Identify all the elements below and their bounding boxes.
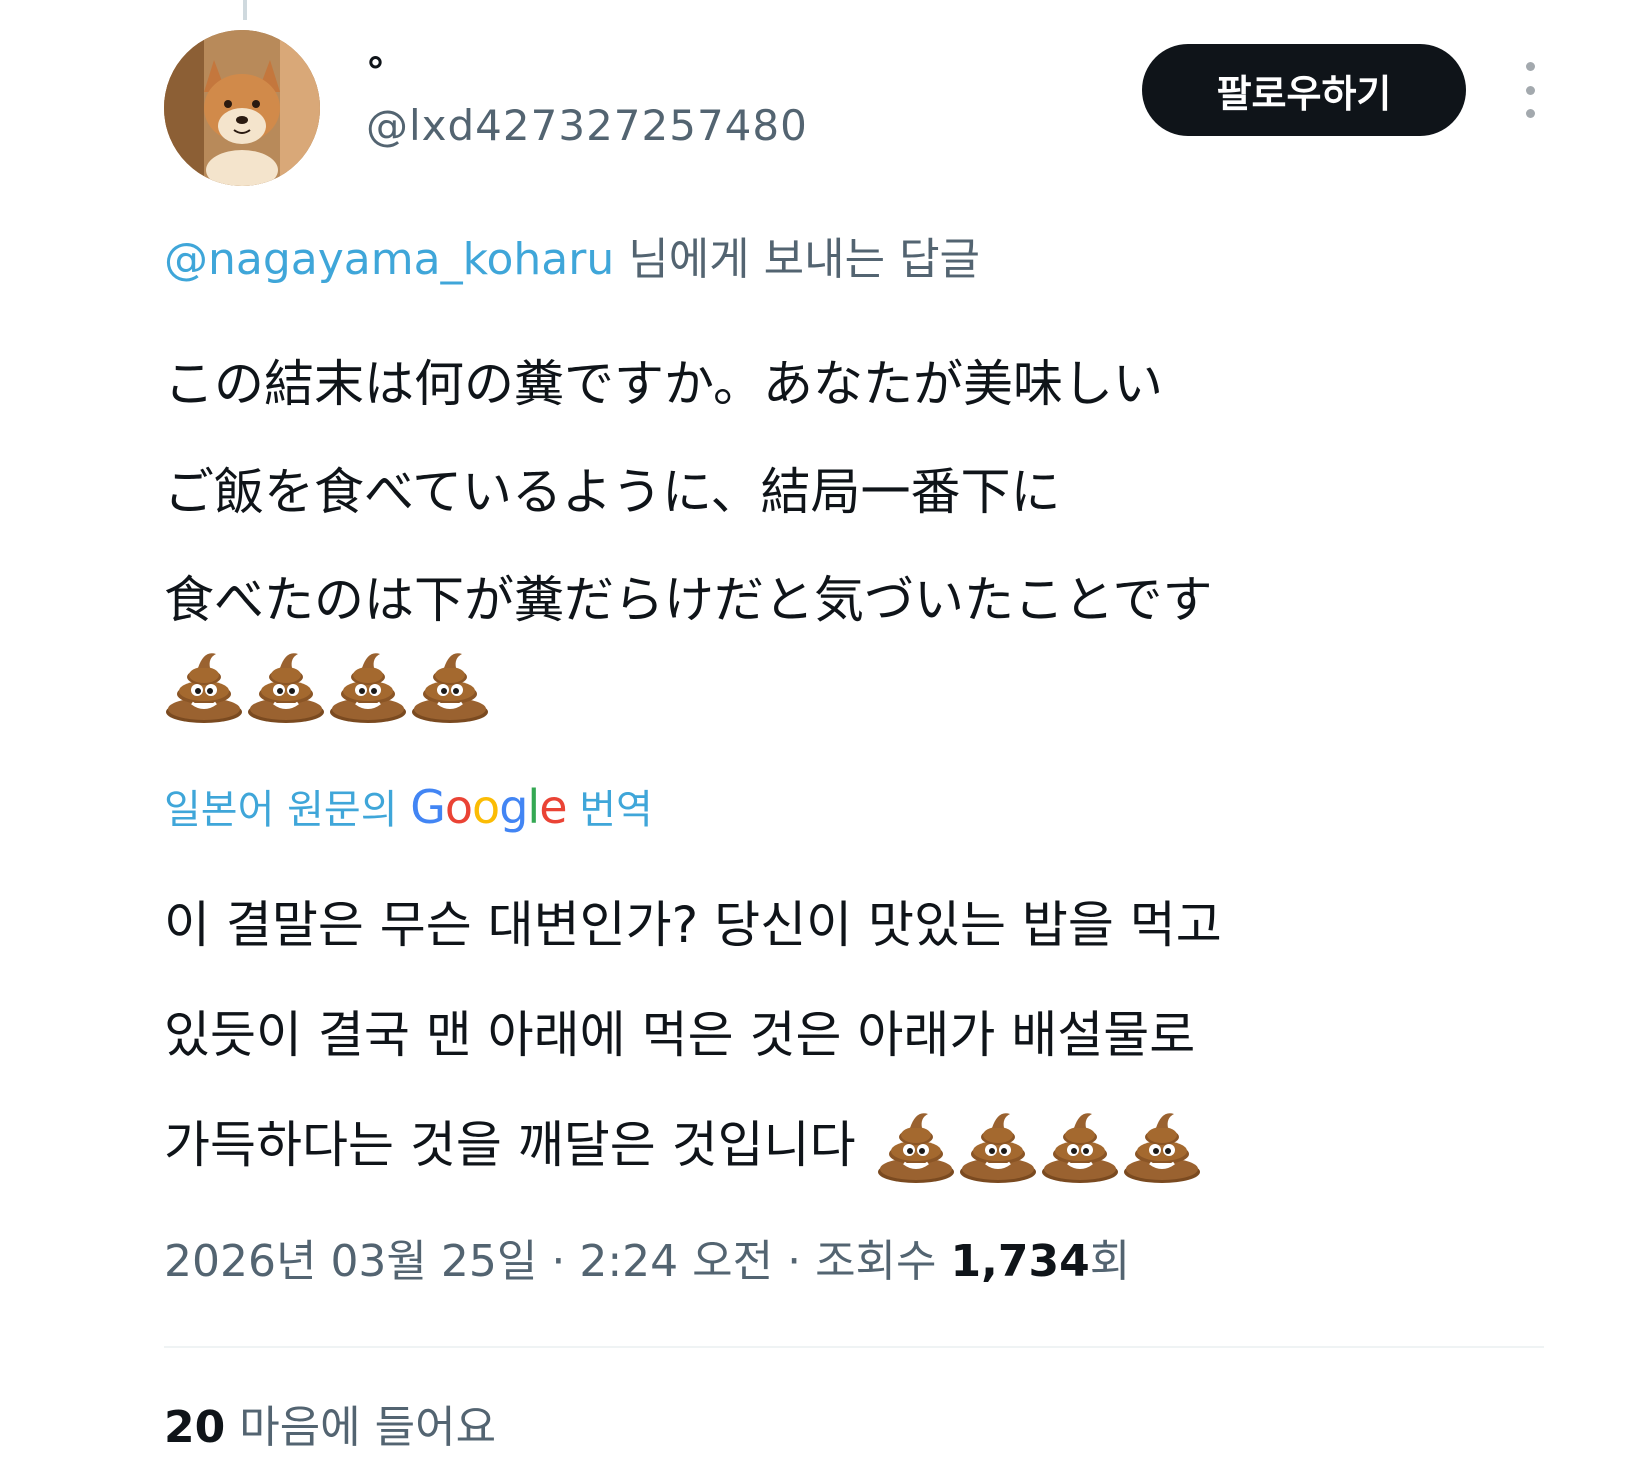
translation-attribution[interactable]: 일본어 원문의 Google 번역 <box>164 780 653 837</box>
google-logo-icon: Google <box>410 780 567 834</box>
views-label: 조회수 <box>815 1236 951 1287</box>
reply-mention-link[interactable]: @nagayama_koharu <box>164 234 614 285</box>
tweet-date[interactable]: 2026년 03월 25일 <box>164 1236 537 1287</box>
user-handle[interactable]: @lxd427327257480 <box>366 100 808 152</box>
tweet-line: 食べたのは下が糞だらけだと気づいたことです <box>164 571 1213 629</box>
likes-label: 마음에 들어요 <box>225 1402 497 1453</box>
poop-emoji-icon <box>876 1106 956 1184</box>
views-suffix: 회 <box>1089 1236 1131 1287</box>
reply-suffix-text: 님에게 보내는 답글 <box>614 234 981 285</box>
poop-emoji-icon <box>1040 1106 1120 1184</box>
likes-link[interactable]: 20 마음에 들어요 <box>164 1400 496 1456</box>
tweet-body: この結末は何の糞ですか。あなたが美味しい ご飯を食べているように、結局一番下に … <box>164 330 1564 654</box>
replying-to: @nagayama_koharu 님에게 보내는 답글 <box>164 232 980 288</box>
tweet-line: ご飯を食べているように、結局一番下に <box>164 463 1061 521</box>
translation-suffix: 번역 <box>566 787 653 833</box>
poop-emoji-icon <box>958 1106 1038 1184</box>
poop-emoji-icon <box>246 646 326 724</box>
translated-line: 이 결말은 무슨 대변인가? 당신이 맛있는 밥을 먹고 <box>164 896 1222 954</box>
divider <box>164 1346 1544 1348</box>
poop-emoji-icon <box>1122 1106 1202 1184</box>
translated-line: 있듯이 결국 맨 아래에 먹은 것은 아래가 배설물로 <box>164 1006 1196 1064</box>
more-dot <box>1525 85 1535 95</box>
poop-emoji-icon <box>410 646 490 724</box>
poop-emoji-icon <box>328 646 408 724</box>
thread-connector-line <box>243 0 247 20</box>
display-name[interactable]: ° <box>366 48 385 96</box>
meta-separator: · <box>537 1236 580 1287</box>
more-dot <box>1525 109 1535 118</box>
translated-emoji-row <box>876 1106 1202 1184</box>
translated-body: 이 결말은 무슨 대변인가? 당신이 맛있는 밥을 먹고 있듯이 결국 맨 아래… <box>164 870 1584 1200</box>
translated-line: 가득하다는 것을 깨달은 것입니다 <box>164 1090 1584 1200</box>
avatar[interactable] <box>164 30 320 186</box>
tweet-emoji-row <box>164 646 490 726</box>
more-vertical-icon[interactable] <box>1516 62 1544 118</box>
follow-button[interactable]: 팔로우하기 <box>1142 44 1466 136</box>
tweet-line: この結末は何の糞ですか。あなたが美味しい <box>164 355 1163 413</box>
meta-separator: · <box>773 1236 816 1287</box>
tweet-metadata: 2026년 03월 25일 · 2:24 오전 · 조회수 1,734회 <box>164 1234 1130 1290</box>
shiba-dog-avatar-icon <box>164 30 320 186</box>
tweet-time[interactable]: 2:24 오전 <box>579 1236 773 1287</box>
translation-prefix: 일본어 원문의 <box>164 787 411 833</box>
poop-emoji-icon <box>164 646 244 724</box>
more-dot <box>1525 62 1535 71</box>
views-count: 1,734 <box>950 1236 1090 1287</box>
likes-count: 20 <box>164 1402 226 1453</box>
